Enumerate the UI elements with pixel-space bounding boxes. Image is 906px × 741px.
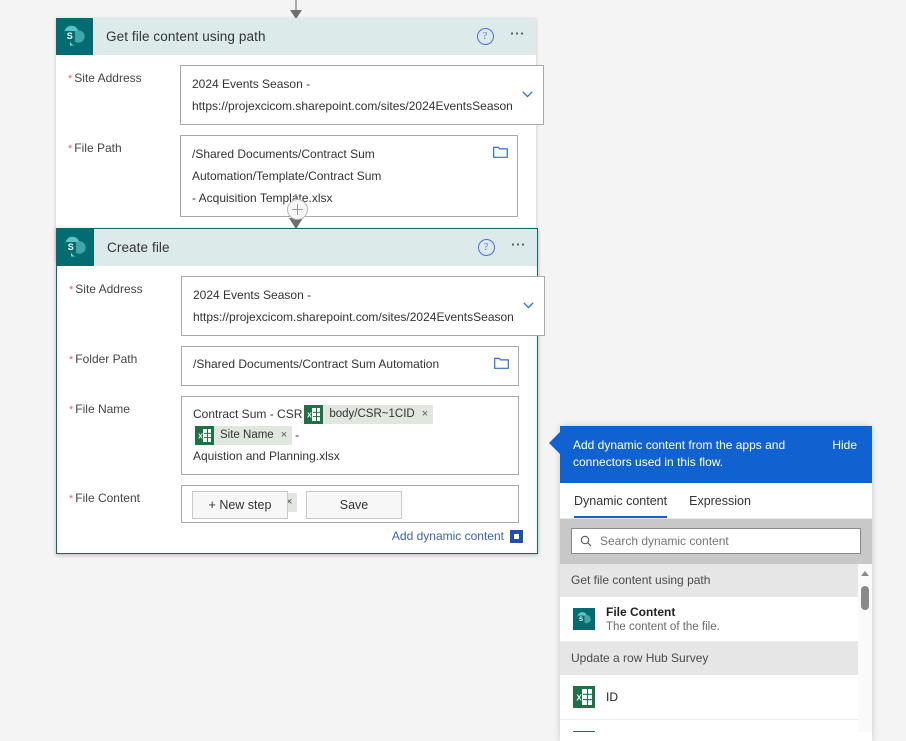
site-address-line1: 2024 Events Season - <box>192 77 311 91</box>
site-address-line1: 2024 Events Season - <box>193 288 312 302</box>
field-label: * File Content <box>69 491 140 505</box>
panel-search-area: Search dynamic content <box>560 519 872 564</box>
list-item[interactable]: X ID <box>560 675 872 720</box>
add-step-plus-icon[interactable] <box>287 199 308 220</box>
chevron-down-icon[interactable] <box>522 91 533 98</box>
field-folder-path: * Folder Path /Shared Documents/Contract … <box>57 336 537 386</box>
help-icon[interactable]: ? <box>476 28 494 45</box>
list-item[interactable]: X Descib <box>560 720 872 732</box>
folder-path-value: /Shared Documents/Contract Sum Automatio… <box>193 357 440 371</box>
sharepoint-icon: S <box>57 229 94 266</box>
search-input[interactable]: Search dynamic content <box>600 534 729 548</box>
required-indicator: * <box>68 143 73 155</box>
svg-text:X: X <box>576 694 582 703</box>
site-address-line2: https://projexcicom.sharepoint.com/sites… <box>192 99 513 113</box>
excel-icon: X <box>304 404 324 424</box>
svg-text:X: X <box>308 412 313 419</box>
group-header-update-a-row: Update a row Hub Survey <box>560 642 872 675</box>
panel-banner: Add dynamic content from the apps and co… <box>560 426 872 483</box>
excel-icon: X <box>573 731 595 732</box>
token-remove-icon[interactable]: × <box>422 404 428 425</box>
site-address-input[interactable]: 2024 Events Season - https://projexcicom… <box>180 65 544 125</box>
card-header-actions: ? ⋯ <box>477 229 528 266</box>
add-dynamic-content-row[interactable]: Add dynamic content <box>57 523 537 547</box>
tab-expression[interactable]: Expression <box>689 494 751 518</box>
folder-path-input[interactable]: /Shared Documents/Contract Sum Automatio… <box>181 346 519 386</box>
add-dynamic-content-link[interactable]: Add dynamic content <box>392 529 504 543</box>
dynamic-token[interactable]: Xbody/CSR~1CID × <box>304 404 434 425</box>
search-icon <box>580 535 592 547</box>
new-step-button[interactable]: + New step <box>192 491 288 519</box>
flow-designer-canvas: S Get file content using path ? ⋯ * Site … <box>0 0 906 741</box>
card-header[interactable]: S Create file ? ⋯ <box>57 229 537 266</box>
card-header[interactable]: S Get file content using path ? ⋯ <box>56 18 536 55</box>
token-label: Site Name <box>220 428 274 441</box>
field-label: * Site Address <box>69 282 143 296</box>
svg-text:X: X <box>198 433 203 440</box>
dynamic-content-list[interactable]: Get file content using path S File Conte… <box>560 564 872 732</box>
field-site-address: * Site Address 2024 Events Season - https… <box>57 266 545 336</box>
dynamic-content-panel: Add dynamic content from the apps and co… <box>549 426 872 741</box>
sharepoint-icon: S <box>56 18 93 55</box>
flow-connector-top <box>290 0 302 19</box>
field-site-address: * Site Address 2024 Events Season - https… <box>56 55 544 125</box>
list-item[interactable]: S File Content The content of the file. <box>560 597 872 642</box>
search-dynamic-content-box[interactable]: Search dynamic content <box>571 528 861 554</box>
panel-pointer-icon <box>549 432 560 454</box>
folder-picker-icon[interactable] <box>493 145 508 158</box>
required-indicator: * <box>69 493 74 505</box>
required-indicator: * <box>69 404 74 416</box>
token-label: body/CSR~1CID <box>329 407 415 420</box>
file-path-line1: /Shared Documents/Contract Sum Automatio… <box>192 147 382 183</box>
list-item-text: File Content The content of the file. <box>606 605 720 633</box>
list-item-name: File Content <box>606 605 676 619</box>
field-label: * File Name <box>69 402 130 416</box>
card-title: Get file content using path <box>106 29 266 44</box>
chevron-down-icon[interactable] <box>523 302 534 309</box>
folder-picker-icon[interactable] <box>494 356 509 369</box>
field-label: * Folder Path <box>69 352 138 366</box>
excel-icon: X <box>195 425 214 445</box>
file-name-text-after: - <box>295 428 300 442</box>
card-title: Create file <box>107 240 170 255</box>
required-indicator: * <box>68 73 73 85</box>
dynamic-token[interactable]: X Site Name × <box>195 425 293 446</box>
group-header-get-file-content: Get file content using path <box>560 564 872 597</box>
list-item-name: ID <box>606 690 618 704</box>
file-name-input[interactable]: Contract Sum - CSR Xbody/CSR~1CID × X Site N… <box>181 396 519 475</box>
flow-footer-buttons: + New step Save <box>192 491 402 519</box>
save-button[interactable]: Save <box>306 491 402 519</box>
hide-panel-button[interactable]: Hide <box>832 437 857 454</box>
ellipsis-icon[interactable]: ⋯ <box>511 237 528 255</box>
help-icon[interactable]: ? <box>477 239 495 256</box>
file-name-text-line2: Aquistion and Planning.xlsx <box>193 449 340 463</box>
excel-icon: X <box>573 686 595 708</box>
token-remove-icon[interactable]: × <box>281 425 287 446</box>
ellipsis-icon[interactable]: ⋯ <box>510 26 527 44</box>
field-label: * Site Address <box>68 71 142 85</box>
action-card-get-file-content[interactable]: S Get file content using path ? ⋯ * Site … <box>56 18 544 261</box>
field-label: * File Path <box>68 141 122 155</box>
site-address-input[interactable]: 2024 Events Season - https://projexcicom… <box>181 276 545 336</box>
panel-banner-text: Add dynamic content from the apps and co… <box>573 438 786 469</box>
svg-text:S: S <box>579 617 583 623</box>
sharepoint-icon: S <box>573 608 595 630</box>
file-path-input[interactable]: /Shared Documents/Contract Sum Automatio… <box>180 135 518 217</box>
list-item-description: The content of the file. <box>606 621 720 633</box>
card-header-actions: ? ⋯ <box>476 18 527 55</box>
panel-tabs: Dynamic content Expression <box>560 483 872 519</box>
tab-dynamic-content[interactable]: Dynamic content <box>574 494 668 518</box>
field-file-name: * File Name Contract Sum - CSR Xbody/CSR~1… <box>57 386 537 475</box>
site-address-line2: https://projexcicom.sharepoint.com/sites… <box>193 310 514 324</box>
dynamic-content-badge-icon[interactable] <box>510 529 523 543</box>
scroll-up-arrow-icon[interactable] <box>861 571 869 576</box>
file-path-line2: - Acquisition Template.xlsx <box>192 191 333 205</box>
panel-scrollbar[interactable] <box>858 564 872 732</box>
required-indicator: * <box>69 284 74 296</box>
svg-text:S: S <box>68 242 74 252</box>
required-indicator: * <box>69 354 74 366</box>
svg-text:S: S <box>67 31 73 41</box>
file-name-text-before: Contract Sum - CSR <box>193 407 303 421</box>
scrollbar-thumb[interactable] <box>861 586 869 610</box>
